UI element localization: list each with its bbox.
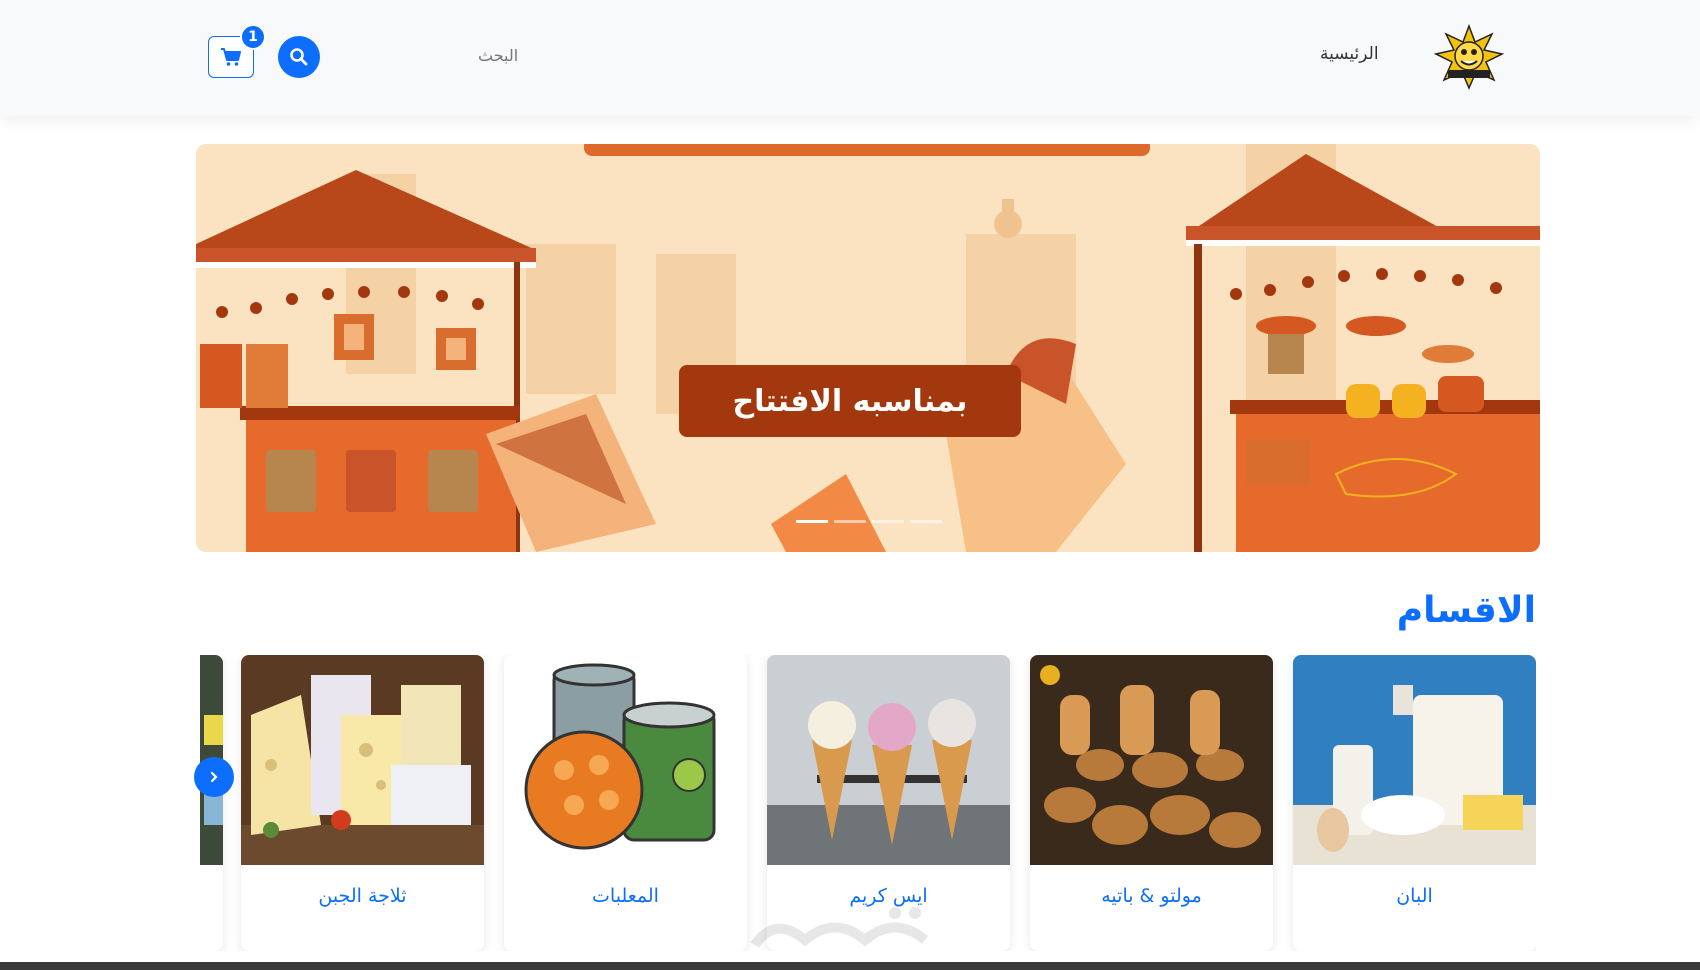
cart-icon (221, 48, 241, 66)
category-card-cheese[interactable]: ثلاجة الجبن (241, 655, 484, 951)
store-logo[interactable] (1433, 23, 1505, 90)
cart-count-badge: 1 (240, 24, 266, 50)
category-card-dairy[interactable]: البان (1293, 655, 1536, 951)
cheese-assortment-image (241, 655, 484, 865)
hero-carousel[interactable]: بمناسبه الافتتاح (196, 144, 1540, 552)
top-navbar: الرئيسية البحث 1 (0, 0, 1700, 116)
search-button[interactable] (278, 36, 320, 78)
carousel-indicator[interactable] (910, 520, 942, 523)
market-illustration (196, 144, 1540, 552)
chevron-right-icon (210, 771, 218, 783)
carousel-indicators (796, 520, 942, 523)
carousel-indicator[interactable] (834, 520, 866, 523)
bakery-bread-image (1030, 655, 1273, 865)
watermark (745, 895, 955, 970)
canned-food-image (504, 655, 747, 865)
page: الرئيسية البحث 1 بمناسبه الافتتاح الاقسا… (0, 0, 1700, 970)
dairy-products-image (1293, 655, 1536, 865)
search-icon (290, 48, 308, 66)
category-label: مولتو & باتيه (1101, 885, 1202, 907)
category-card-canned[interactable]: المعلبات (504, 655, 747, 951)
carousel-indicator[interactable] (796, 520, 828, 523)
carousel-indicator[interactable] (872, 520, 904, 523)
bottom-edge-bar (0, 962, 1700, 970)
ice-cream-cones-image (767, 655, 1010, 865)
category-label: البان (1396, 885, 1433, 907)
category-label: ثلاجة الجبن (318, 885, 407, 907)
category-card-bakery[interactable]: مولتو & باتيه (1030, 655, 1273, 951)
categories-heading: الاقسام (1396, 590, 1536, 631)
category-label: المعلبات (592, 885, 659, 907)
nav-home-link[interactable]: الرئيسية (1320, 44, 1379, 64)
search-label[interactable]: البحث (478, 46, 518, 65)
category-card-partial[interactable] (200, 655, 223, 951)
carousel-prev-button[interactable] (194, 757, 234, 797)
banner-headline: بمناسبه الافتتاح (679, 365, 1021, 437)
